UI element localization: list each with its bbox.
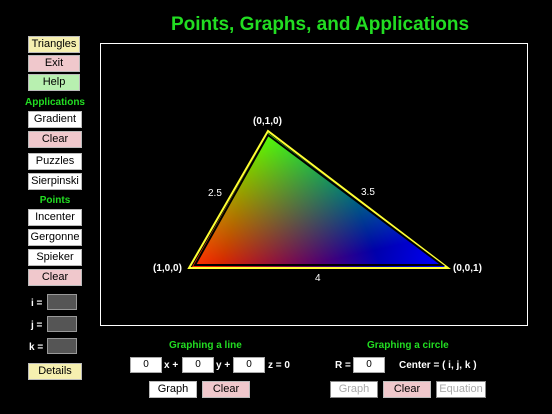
- left-side-length: 2.5: [208, 188, 222, 199]
- exit-button[interactable]: Exit: [28, 55, 80, 72]
- line-graph-heading: Graphing a line: [169, 340, 242, 351]
- triangle-drawing: [187, 129, 451, 269]
- left-vertex-label: (1,0,0): [153, 263, 182, 274]
- circle-graph-button[interactable]: Graph: [330, 381, 378, 398]
- i-value-field[interactable]: [47, 294, 77, 310]
- j-value-field[interactable]: [47, 316, 77, 332]
- line-graph-button[interactable]: Graph: [149, 381, 197, 398]
- incenter-button[interactable]: Incenter: [28, 209, 82, 226]
- equation-button[interactable]: Equation: [436, 381, 486, 398]
- z-equals-label: z = 0: [268, 360, 290, 371]
- circle-clear-button[interactable]: Clear: [383, 381, 431, 398]
- k-label: k =: [29, 342, 44, 353]
- triangles-button[interactable]: Triangles: [28, 36, 80, 53]
- help-button[interactable]: Help: [28, 74, 80, 91]
- sierpinski-button[interactable]: Sierpinski: [28, 173, 82, 190]
- line-z-coefficient-input[interactable]: 0: [233, 357, 265, 373]
- page-title: Points, Graphs, and Applications: [170, 14, 470, 35]
- gradient-button[interactable]: Gradient: [28, 111, 82, 128]
- spieker-button[interactable]: Spieker: [28, 249, 82, 266]
- right-side-length: 3.5: [361, 187, 375, 198]
- gergonne-button[interactable]: Gergonne: [28, 229, 82, 246]
- details-button[interactable]: Details: [28, 363, 82, 380]
- x-plus-label: x +: [164, 360, 179, 371]
- line-clear-button[interactable]: Clear: [202, 381, 250, 398]
- puzzles-button[interactable]: Puzzles: [28, 153, 82, 170]
- y-plus-label: y +: [216, 360, 231, 371]
- line-x-coefficient-input[interactable]: 0: [130, 357, 162, 373]
- clear-points-button[interactable]: Clear: [28, 269, 82, 286]
- line-y-coefficient-input[interactable]: 0: [182, 357, 214, 373]
- top-vertex-label: (0,1,0): [253, 116, 282, 127]
- clear-applications-button[interactable]: Clear: [28, 131, 82, 148]
- bottom-side-length: 4: [315, 273, 321, 284]
- drawing-canvas[interactable]: (0,1,0) (1,0,0) (0,0,1) 2.5 3.5 4: [100, 43, 528, 326]
- k-value-field[interactable]: [47, 338, 77, 354]
- right-vertex-label: (0,0,1): [453, 263, 482, 274]
- j-label: j =: [31, 320, 43, 331]
- center-label: Center = ( i, j, k ): [399, 360, 477, 371]
- radius-label: R =: [335, 360, 351, 371]
- points-label: Points: [39, 195, 71, 206]
- radius-input[interactable]: 0: [353, 357, 385, 373]
- i-label: i =: [31, 298, 43, 309]
- applications-label: Applications: [24, 97, 85, 108]
- circle-graph-heading: Graphing a circle: [367, 340, 449, 351]
